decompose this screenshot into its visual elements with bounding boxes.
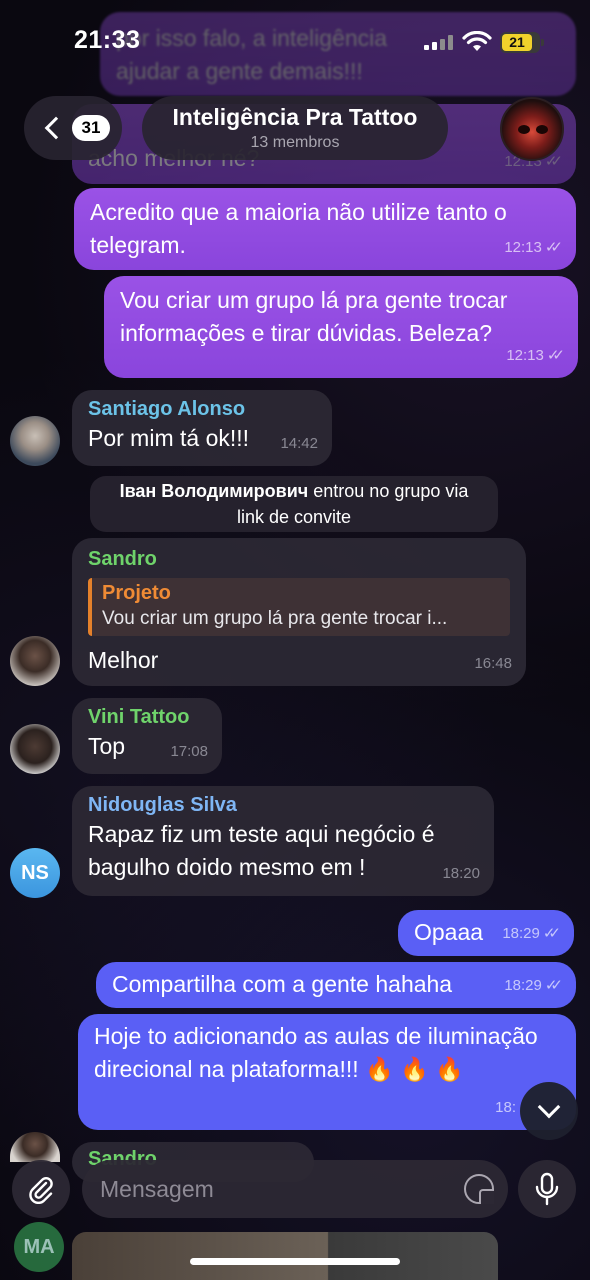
double-check-icon: ✓✓ (542, 925, 561, 942)
message-meta: 18:29 ✓✓ (502, 917, 561, 950)
message-meta: 18: (495, 1091, 516, 1124)
message-outgoing[interactable]: Vou criar um grupo lá pra gente trocar i… (104, 276, 578, 378)
wifi-icon (462, 30, 492, 58)
message-meta: 18:20 (442, 857, 480, 890)
sender-name[interactable]: Vini Tattoo (88, 704, 206, 730)
message-time: 18: (495, 1099, 516, 1116)
message-text: Rapaz fiz um teste aqui negócio é bagulh… (88, 821, 435, 880)
attach-icon (29, 1177, 53, 1204)
message-incoming[interactable]: Vini Tattoo Top 17:08 (72, 698, 222, 774)
faded-line-1: por isso falo, a inteligência (116, 25, 388, 51)
message-time: 14:42 (280, 435, 318, 452)
group-avatar[interactable] (500, 97, 564, 161)
double-check-icon: ✓✓ (546, 347, 565, 364)
double-check-icon: ✓✓ (544, 239, 563, 256)
message-time: 18:20 (442, 865, 480, 882)
message-outgoing[interactable]: Acredito que a maioria não utilize tanto… (74, 188, 576, 270)
message-time: 12:13 (504, 239, 542, 256)
battery-level: 21 (502, 34, 532, 51)
back-chevron-icon (44, 116, 68, 140)
message-meta: 17:08 (170, 735, 208, 768)
sender-name[interactable]: Nidouglas Silva (88, 792, 478, 818)
avatar-vini[interactable] (10, 724, 60, 774)
avatar-nidouglas[interactable]: NS (10, 848, 60, 898)
chevron-down-icon (537, 1095, 561, 1119)
faded-line-2: ajudar a gente demais!!! (116, 58, 363, 84)
joined-user-name[interactable]: Іван Володимирович (120, 481, 309, 501)
message-text: Vou criar um grupo lá pra gente trocar i… (120, 287, 508, 346)
attach-button[interactable] (12, 1160, 70, 1218)
avatar-ma[interactable]: MA (14, 1222, 64, 1272)
sticker-icon[interactable] (464, 1174, 494, 1204)
back-button[interactable]: 31 (24, 96, 122, 160)
media-preview[interactable] (72, 1232, 498, 1280)
sender-name[interactable]: Santiago Alonso (88, 396, 316, 422)
message-meta: 14:42 (280, 427, 318, 460)
signal-icon (424, 34, 454, 50)
message-time: 17:08 (170, 743, 208, 760)
message-time: 16:48 (474, 655, 512, 672)
message-time: 18:29 (502, 925, 540, 942)
mic-button[interactable] (518, 1160, 576, 1218)
reply-title: Projeto (102, 582, 171, 604)
message-outgoing[interactable]: Compartilha com a gente hahaha 18:29 ✓✓ (96, 962, 576, 1008)
message-input[interactable] (100, 1175, 440, 1203)
chat-title: Inteligência Pra Tattoo (172, 104, 418, 130)
message-meta: 16:48 (474, 647, 512, 680)
chat-title-button[interactable]: Inteligência Pra Tattoo 13 membros (142, 96, 448, 160)
battery-icon: 21 (500, 32, 544, 53)
status-time: 21:33 (74, 26, 141, 54)
message-text: Acredito que a maioria não utilize tanto… (90, 199, 507, 258)
faded-message: por isso falo, a inteligência ajudar a g… (100, 12, 576, 96)
message-incoming[interactable]: Santiago Alonso Por mim tá ok!!! 14:42 (72, 390, 332, 466)
message-meta: 12:13 ✓✓ (504, 231, 563, 264)
message-text: Compartilha com a gente hahaha (112, 971, 453, 997)
sender-name[interactable]: Sandro (88, 546, 510, 572)
message-incoming[interactable]: Nidouglas Silva Rapaz fiz um teste aqui … (72, 786, 494, 896)
message-time: 18:29 (504, 977, 542, 994)
scroll-down-button[interactable] (520, 1082, 578, 1140)
reply-text: Vou criar um grupo lá pra gente trocar i… (102, 608, 448, 629)
unread-count-badge: 31 (72, 115, 110, 141)
message-time: 12:13 (506, 347, 544, 364)
message-input-container (82, 1160, 508, 1218)
double-check-icon: ✓✓ (544, 977, 563, 994)
mic-icon (535, 1172, 559, 1206)
message-meta: 12:13 ✓✓ (506, 339, 565, 372)
message-incoming[interactable]: Sandro Projeto Vou criar um grupo lá pra… (72, 538, 526, 686)
service-join-message: Іван Володимирович entrou no grupo via l… (90, 476, 498, 532)
avatar-santiago[interactable] (10, 416, 60, 466)
message-outgoing[interactable]: Hoje to adicionando as aulas de iluminaç… (78, 1014, 576, 1130)
chat-subtitle: 13 membros (250, 134, 340, 151)
reply-quote[interactable]: Projeto Vou criar um grupo lá pra gente … (88, 578, 510, 636)
message-text: Melhor (88, 647, 159, 673)
message-text: Hoje to adicionando as aulas de iluminaç… (94, 1023, 538, 1082)
home-indicator (190, 1258, 400, 1265)
message-meta: 18:29 ✓✓ (504, 969, 563, 1002)
message-outgoing[interactable]: Opaaa 18:29 ✓✓ (398, 910, 574, 956)
avatar-sandro[interactable] (10, 636, 60, 686)
